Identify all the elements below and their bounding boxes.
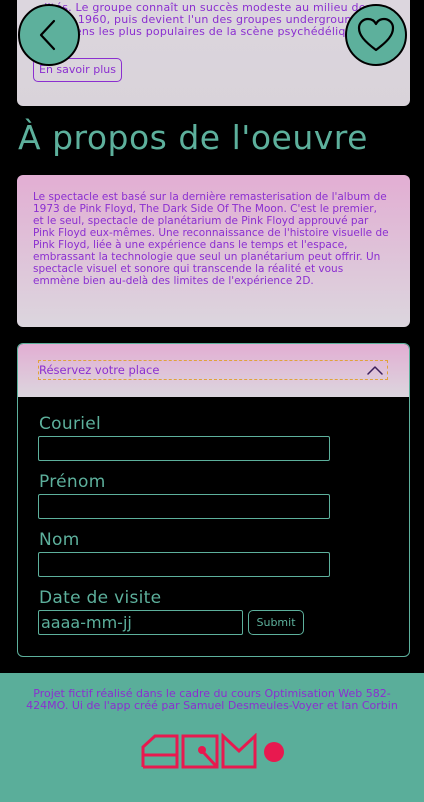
footer-text: Projet fictif réalisé dans le cadre du c… <box>26 687 398 712</box>
arm-logo <box>141 733 284 769</box>
firstname-field[interactable] <box>38 494 330 519</box>
about-text: Le spectacle est basé sur la dernière re… <box>33 191 389 287</box>
date-label: Date de visite <box>39 588 162 608</box>
about-card: Le spectacle est basé sur la dernière re… <box>17 175 410 327</box>
reservation-toggle-label: Réservez votre place <box>39 363 160 377</box>
reservation-header: Réservez votre place <box>18 344 409 397</box>
chevron-up-icon <box>367 366 383 375</box>
reservation-toggle[interactable]: Réservez votre place <box>38 360 388 380</box>
lastname-label: Nom <box>39 530 80 550</box>
submit-button[interactable]: Submit <box>248 610 304 635</box>
lastname-field[interactable] <box>38 552 330 577</box>
back-button[interactable] <box>18 4 80 66</box>
intro-text: …lités. Le groupe connaît un succès mode… <box>33 1 372 38</box>
footer: Projet fictif réalisé dans le cadre du c… <box>0 673 424 802</box>
heart-icon <box>357 17 395 52</box>
date-field[interactable] <box>38 610 243 635</box>
email-label: Couriel <box>39 414 102 434</box>
firstname-label: Prénom <box>39 472 106 492</box>
chevron-left-icon <box>39 19 56 51</box>
reservation-panel: Réservez votre place Couriel Prénom Nom … <box>17 343 410 657</box>
email-field[interactable] <box>38 436 330 461</box>
favorite-button[interactable] <box>345 4 407 66</box>
about-title: À propos de l'oeuvre <box>18 118 368 157</box>
